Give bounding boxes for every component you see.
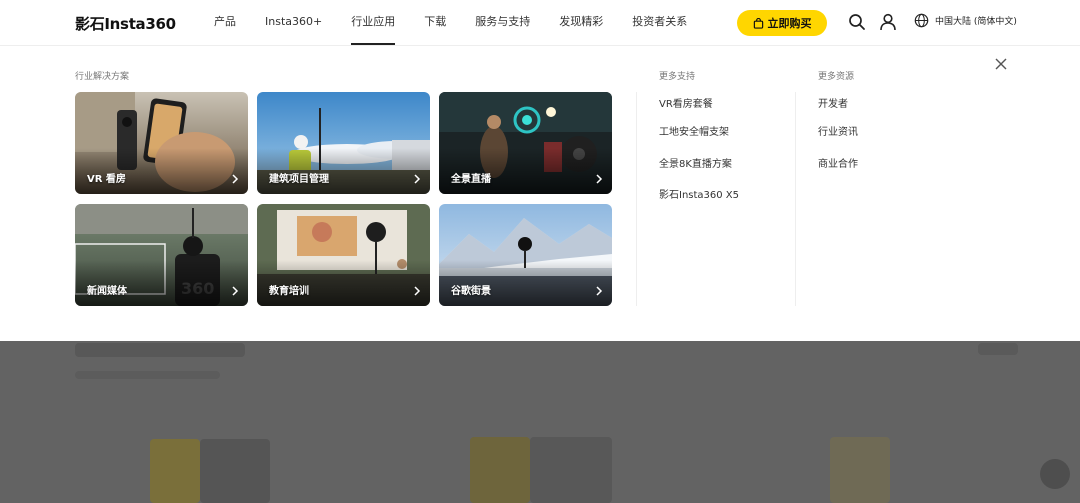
buy-now-button[interactable]: 立即购买 [737, 10, 827, 36]
globe-icon [914, 13, 929, 28]
solutions-title: 行业解决方案 [75, 72, 130, 82]
close-icon[interactable] [993, 56, 1009, 72]
chevron-right-icon [232, 174, 239, 184]
support-title: 更多支持 [659, 72, 696, 82]
chevron-right-icon [414, 174, 421, 184]
card-street-view[interactable]: 谷歌街景 [439, 204, 612, 306]
link-8k-live-solution[interactable]: 全景8K直播方案 [659, 155, 732, 170]
card-construction[interactable]: 建筑项目管理 [257, 92, 430, 194]
language-selector[interactable]: 中国大陆 (简体中文) [914, 13, 1017, 28]
nav-item-industry[interactable]: 行业应用 [351, 0, 396, 45]
column-divider [795, 92, 796, 306]
link-business-cooperation[interactable]: 商业合作 [818, 155, 858, 170]
nav-item-investors[interactable]: 投资者关系 [632, 0, 687, 45]
main-nav: 产品 Insta360+ 行业应用 下载 服务与支持 发现精彩 投资者关系 [214, 0, 716, 45]
card-education[interactable]: 教育培训 [257, 204, 430, 306]
chevron-right-icon [414, 286, 421, 296]
resources-title: 更多资源 [818, 72, 855, 82]
chat-float-icon[interactable] [1040, 459, 1070, 489]
link-industry-news[interactable]: 行业资讯 [818, 123, 858, 138]
nav-item-discover[interactable]: 发现精彩 [559, 0, 603, 45]
link-vr-house-bundle[interactable]: VR看房套餐 [659, 95, 713, 110]
blurred-link [978, 343, 1018, 355]
card-label: 谷歌街景 [451, 286, 491, 297]
industry-dropdown-panel: 行业解决方案 VR 看房 建筑项目管理 全景直播 新闻媒体 教育培训 谷歌街景 … [0, 46, 1080, 341]
blurred-product-image [150, 439, 200, 503]
blurred-product-image [530, 437, 612, 503]
column-divider [636, 92, 637, 306]
nav-item-download[interactable]: 下载 [424, 0, 446, 45]
blurred-subheading [75, 371, 220, 379]
card-live-streaming[interactable]: 全景直播 [439, 92, 612, 194]
card-label: 全景直播 [451, 174, 491, 185]
blurred-product-image [470, 437, 530, 503]
card-label: VR 看房 [87, 174, 126, 185]
card-label: 教育培训 [269, 286, 309, 297]
shopping-bag-icon [753, 17, 763, 29]
link-developers[interactable]: 开发者 [818, 95, 848, 110]
top-header: 影石Insta360 产品 Insta360+ 行业应用 下载 服务与支持 发现… [0, 0, 1080, 46]
dimmed-page-overlay[interactable] [0, 341, 1080, 503]
buy-now-label: 立即购买 [767, 18, 812, 30]
card-label: 新闻媒体 [87, 286, 127, 297]
brand-logo[interactable]: 影石Insta360 [75, 13, 176, 34]
language-label: 中国大陆 (简体中文) [935, 17, 1017, 27]
chevron-right-icon [596, 286, 603, 296]
chevron-right-icon [232, 286, 239, 296]
card-label: 建筑项目管理 [269, 174, 329, 185]
blurred-product-image [830, 437, 890, 503]
blurred-product-image [200, 439, 270, 503]
search-icon[interactable] [847, 12, 867, 32]
nav-item-support[interactable]: 服务与支持 [475, 0, 530, 45]
card-vr-house[interactable]: VR 看房 [75, 92, 248, 194]
blurred-heading [75, 343, 245, 357]
nav-item-products[interactable]: 产品 [214, 0, 236, 45]
chevron-right-icon [596, 174, 603, 184]
link-helmet-mount[interactable]: 工地安全帽支架 [659, 123, 729, 138]
user-account-icon[interactable] [878, 12, 898, 32]
card-news-media[interactable]: 360 新闻媒体 [75, 204, 248, 306]
link-insta360-x5[interactable]: 影石Insta360 X5 [659, 186, 739, 201]
nav-item-insta360-plus[interactable]: Insta360+ [265, 0, 322, 45]
